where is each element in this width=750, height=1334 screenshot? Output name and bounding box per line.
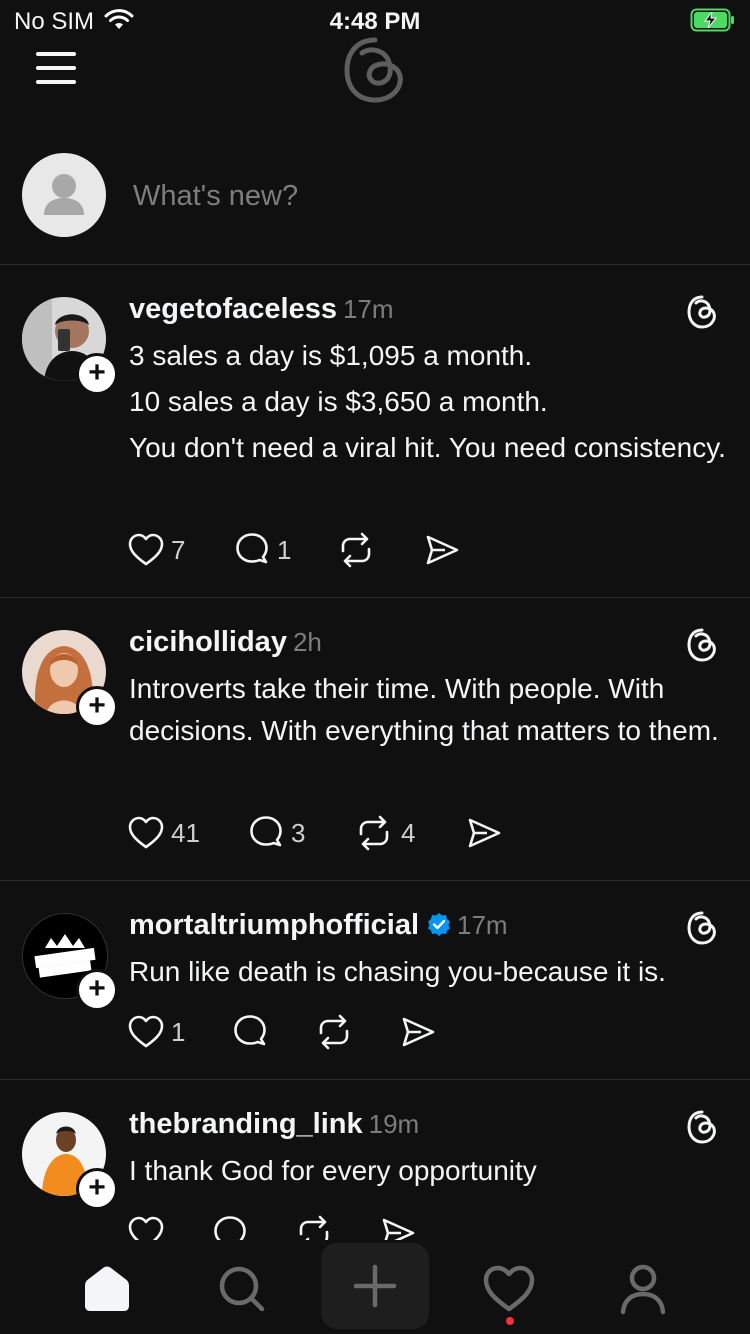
reply-bubble-icon [236, 533, 268, 564]
thread-post[interactable]: + thebranding_link 19m I thank God for ev… [0, 1080, 750, 1240]
reply-bubble-icon [214, 1216, 246, 1240]
username[interactable]: thebranding_link [129, 1108, 363, 1140]
reply-button[interactable] [211, 1214, 251, 1240]
like-heart-icon [128, 533, 164, 566]
share-button[interactable] [379, 1214, 419, 1240]
threads-mark-icon[interactable] [686, 295, 718, 334]
reply-count: 1 [277, 535, 292, 565]
like-button[interactable]: 7 [127, 531, 191, 571]
share-button[interactable] [423, 531, 463, 571]
reply-count: 3 [291, 818, 306, 848]
reply-bubble-icon [234, 1015, 266, 1046]
post-age: 17m [342, 294, 394, 324]
like-count: 1 [171, 1017, 186, 1047]
verified-badge-icon [427, 911, 451, 944]
like-button[interactable]: 41 [127, 814, 207, 854]
share-send-icon [426, 535, 459, 565]
whats-new-input[interactable]: What's new? [133, 180, 298, 213]
post-age: 17m [457, 910, 508, 940]
bottom-tab-bar [0, 1240, 750, 1334]
post-text: I thank God for every opportunity [129, 1155, 537, 1186]
reply-button[interactable]: 1 [233, 531, 297, 571]
post-age: 2h [292, 627, 322, 657]
clock: 4:48 PM [329, 8, 421, 35]
username[interactable]: vegetofaceless [129, 293, 337, 325]
follow-plus-button[interactable]: + [76, 686, 118, 728]
thread-post[interactable]: + ciciholliday 2h Introverts take their t… [0, 598, 750, 881]
share-send-icon [402, 1017, 435, 1047]
activity-heart-icon [483, 1265, 535, 1312]
threads-logo-icon[interactable] [340, 34, 410, 111]
profile-icon [620, 1264, 666, 1315]
like-heart-icon [128, 1216, 164, 1240]
post-text-line: You don't need a viral hit. You need con… [129, 432, 726, 463]
thread-post[interactable]: + mortaltriumphofficial 17m Run like deat… [0, 881, 750, 1080]
menu-hamburger-icon[interactable] [36, 52, 76, 84]
like-button[interactable]: 1 [127, 1013, 191, 1053]
username[interactable]: mortaltriumphofficial [129, 909, 419, 941]
tab-home[interactable] [77, 1258, 137, 1318]
tab-create[interactable] [321, 1243, 429, 1329]
battery-charging-icon [690, 8, 736, 37]
tab-activity[interactable] [479, 1258, 539, 1318]
post-age: 19m [368, 1109, 420, 1139]
post-text: Run like death is chasing you-because it… [129, 956, 666, 987]
thread-post[interactable]: + vegetofaceless 17m 3 sales a day is $1,… [0, 265, 750, 598]
post-text-line: 10 sales a day is $3,650 a month. [129, 386, 548, 417]
follow-plus-button[interactable]: + [76, 353, 118, 395]
share-button[interactable] [465, 814, 505, 854]
home-icon [85, 1266, 129, 1311]
threads-mark-icon[interactable] [686, 911, 718, 950]
create-plus-icon [353, 1264, 397, 1308]
my-avatar-placeholder [22, 153, 106, 237]
search-icon [219, 1266, 265, 1312]
share-button[interactable] [399, 1013, 439, 1053]
repost-button[interactable] [295, 1214, 335, 1240]
repost-icon [319, 1014, 349, 1050]
tab-search[interactable] [211, 1258, 271, 1318]
reply-button[interactable]: 3 [247, 814, 311, 854]
follow-plus-button[interactable]: + [76, 969, 118, 1011]
tab-profile[interactable] [613, 1258, 673, 1318]
share-send-icon [468, 818, 501, 848]
reply-button[interactable] [231, 1013, 271, 1053]
repost-icon [359, 815, 389, 851]
share-send-icon [382, 1218, 415, 1240]
like-count: 7 [171, 535, 186, 565]
repost-button[interactable] [337, 531, 377, 571]
like-button[interactable] [127, 1214, 167, 1240]
username[interactable]: ciciholliday [129, 626, 287, 658]
repost-icon [299, 1215, 329, 1240]
like-count: 41 [171, 818, 200, 848]
composer[interactable]: What's new? [0, 150, 750, 265]
reply-bubble-icon [250, 816, 282, 847]
threads-mark-icon[interactable] [686, 1110, 718, 1149]
repost-button[interactable]: 4 [355, 814, 419, 854]
post-text-line: 3 sales a day is $1,095 a month. [129, 340, 533, 371]
repost-button[interactable] [315, 1013, 355, 1053]
post-text: Introverts take their time. With people.… [129, 673, 719, 746]
repost-icon [341, 532, 371, 568]
notification-dot [506, 1317, 514, 1325]
follow-plus-button[interactable]: + [76, 1168, 118, 1210]
like-heart-icon [128, 1015, 164, 1048]
repost-count: 4 [401, 818, 416, 848]
threads-mark-icon[interactable] [686, 628, 718, 667]
like-heart-icon [128, 816, 164, 849]
